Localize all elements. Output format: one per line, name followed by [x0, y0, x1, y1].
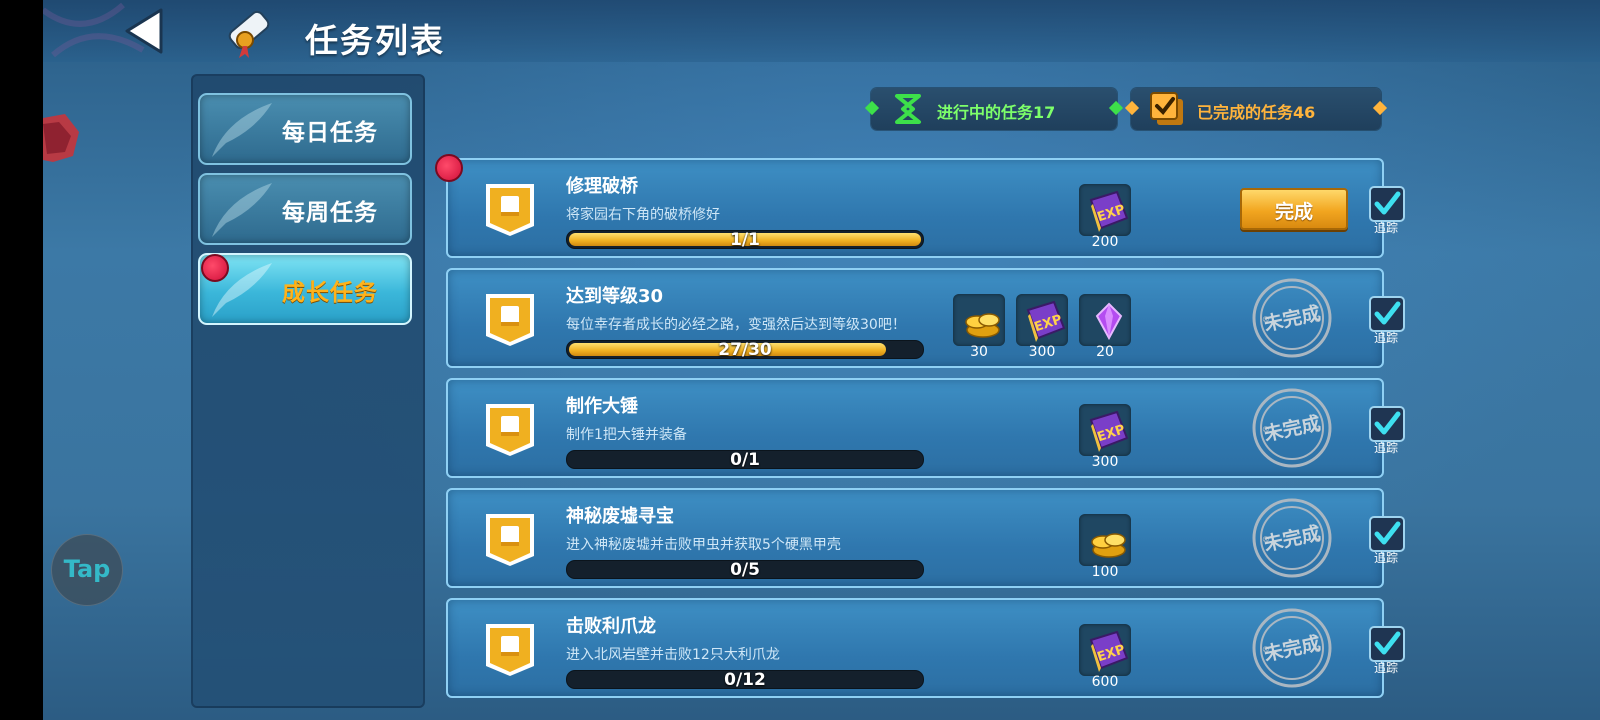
track-label: 追踪 — [1373, 661, 1398, 675]
task-description: 制作1把大锤并装备 — [566, 427, 687, 443]
track-check-box — [1369, 516, 1405, 552]
diamond-ornament — [864, 100, 880, 116]
reward-slot: 100 — [1079, 514, 1131, 580]
tab-label: 每周任务 — [282, 200, 378, 226]
task-title: 修理破桥 — [566, 176, 638, 197]
task-card[interactable]: 神秘废墟寻宝进入神秘废墟并击败甲虫并获取5个硬黑甲壳 0/5 100 ⊗ ⊗ 未完成 — [446, 488, 1384, 588]
feather-icon — [212, 103, 272, 157]
game-screen: 任务列表 每日任务 每周任务 成长任务 进行中的任务17 已完成的任务46 修理… — [43, 0, 1600, 720]
side-character-fragment — [43, 114, 79, 162]
tab-label: 每日任务 — [282, 120, 378, 146]
reward-slot: 30 — [953, 294, 1005, 360]
task-title: 神秘废墟寻宝 — [566, 506, 674, 527]
reward-amount: 300 — [1091, 454, 1119, 470]
tab-daily-tasks[interactable]: 每日任务 — [198, 93, 412, 165]
diamond-ornament — [1124, 100, 1140, 116]
task-description: 每位幸存者成长的必经之路，变强然后达到等级30吧！ — [566, 317, 906, 333]
task-alert-dot — [435, 154, 463, 182]
scroll-icon — [228, 10, 270, 58]
task-card[interactable]: 制作大锤制作1把大锤并装备 0/1 EXP 300 ⊗ ⊗ 未完成 — [446, 378, 1384, 478]
checklist-icon — [1150, 92, 1183, 125]
progress-bar: 0/5 — [566, 560, 924, 579]
reward-amount: 200 — [1091, 234, 1119, 250]
checkmark-icon — [1374, 301, 1401, 325]
checkmark-icon — [1374, 521, 1401, 545]
task-card[interactable]: 击败利爪龙进入北风岩壁并击败12只大利爪龙 0/12 EXP 600 ⊗ ⊗ 未完成 — [446, 598, 1384, 698]
page-title: 任务列表 — [305, 21, 445, 60]
track-checkbox[interactable]: 追踪 — [1367, 406, 1405, 456]
back-button[interactable] — [121, 6, 167, 56]
tap-overlay-button[interactable]: Tap — [51, 534, 123, 606]
track-check-box — [1369, 296, 1405, 332]
tab-weekly-tasks[interactable]: 每周任务 — [198, 173, 412, 245]
progress-text: 0/12 — [724, 670, 766, 689]
track-checkbox[interactable]: 追踪 — [1367, 516, 1405, 566]
reward-slot: EXP 300 — [1016, 294, 1068, 360]
incomplete-stamp: ⊗ ⊗ 未完成 — [1250, 606, 1334, 690]
completed-counter: 已完成的任务46 — [1124, 88, 1388, 130]
progress-text: 0/1 — [730, 450, 760, 469]
track-label: 追踪 — [1373, 221, 1398, 235]
reward-amount: 300 — [1028, 344, 1056, 360]
diamond-ornament — [1372, 100, 1388, 116]
tab-alert-dot — [201, 254, 229, 282]
reward-amount: 20 — [1096, 344, 1114, 360]
progress-bar: 27/30 — [566, 340, 924, 359]
category-panel — [191, 74, 425, 708]
track-label: 追踪 — [1373, 331, 1398, 345]
task-title: 制作大锤 — [566, 396, 638, 417]
task-title: 达到等级30 — [566, 286, 664, 307]
in-progress-counter: 进行中的任务17 — [864, 88, 1124, 130]
complete-button-label: 完成 — [1274, 201, 1313, 223]
in-progress-label: 进行中的任务17 — [937, 103, 1056, 122]
feather-icon — [212, 183, 272, 237]
task-title: 击败利爪龙 — [566, 616, 656, 637]
progress-text: 0/5 — [730, 560, 760, 579]
checkmark-icon — [1374, 411, 1401, 435]
complete-button[interactable]: 完成 — [1240, 188, 1348, 230]
task-badge-icon — [484, 402, 536, 458]
track-check-box — [1369, 406, 1405, 442]
back-arrow-icon — [125, 8, 163, 54]
diamond-ornament — [1108, 100, 1124, 116]
task-badge-icon — [484, 182, 536, 238]
completed-label: 已完成的任务46 — [1197, 103, 1316, 122]
reward-slot: EXP 300 — [1079, 404, 1131, 470]
track-checkbox[interactable]: 追踪 — [1367, 186, 1405, 236]
checkmark-icon — [1374, 631, 1401, 655]
reward-slot: EXP 200 — [1079, 184, 1131, 250]
checkmark-icon — [1374, 191, 1401, 215]
incomplete-stamp: ⊗ ⊗ 未完成 — [1250, 276, 1334, 360]
task-card[interactable]: 修理破桥将家园右下角的破桥修好 1/1 EXP 200 完成 — [446, 158, 1384, 258]
track-label: 追踪 — [1373, 551, 1398, 565]
incomplete-stamp: ⊗ ⊗ 未完成 — [1250, 496, 1334, 580]
task-description: 进入神秘废墟并击败甲虫并获取5个硬黑甲壳 — [566, 537, 841, 553]
reward-slot: EXP 600 — [1079, 624, 1131, 690]
progress-bar: 0/1 — [566, 450, 924, 469]
task-badge-icon — [484, 512, 536, 568]
reward-slot: 20 — [1079, 294, 1131, 360]
tab-growth-tasks[interactable]: 成长任务 — [198, 253, 412, 325]
task-description: 将家园右下角的破桥修好 — [566, 207, 720, 223]
task-description: 进入北风岩壁并击败12只大利爪龙 — [566, 647, 780, 663]
task-card[interactable]: 达到等级30 每位幸存者成长的必经之路，变强然后达到等级30吧！ 27/30 30 EX… — [446, 268, 1384, 368]
progress-bar: 0/12 — [566, 670, 924, 689]
task-badge-icon — [484, 292, 536, 348]
progress-text: 27/30 — [718, 340, 772, 359]
hourglass-icon — [895, 94, 921, 124]
track-checkbox[interactable]: 追踪 — [1367, 296, 1405, 346]
reward-amount: 30 — [970, 344, 988, 360]
track-check-box — [1369, 626, 1405, 662]
task-badge-icon — [484, 622, 536, 678]
track-checkbox[interactable]: 追踪 — [1367, 626, 1405, 676]
tap-label: Tap — [63, 555, 111, 583]
reward-amount: 600 — [1091, 674, 1119, 690]
reward-amount: 100 — [1091, 564, 1119, 580]
tab-label: 成长任务 — [282, 280, 378, 306]
track-check-box — [1369, 186, 1405, 222]
track-label: 追踪 — [1373, 441, 1398, 455]
incomplete-stamp: ⊗ ⊗ 未完成 — [1250, 386, 1334, 470]
progress-bar: 1/1 — [566, 230, 924, 249]
progress-text: 1/1 — [730, 230, 760, 249]
